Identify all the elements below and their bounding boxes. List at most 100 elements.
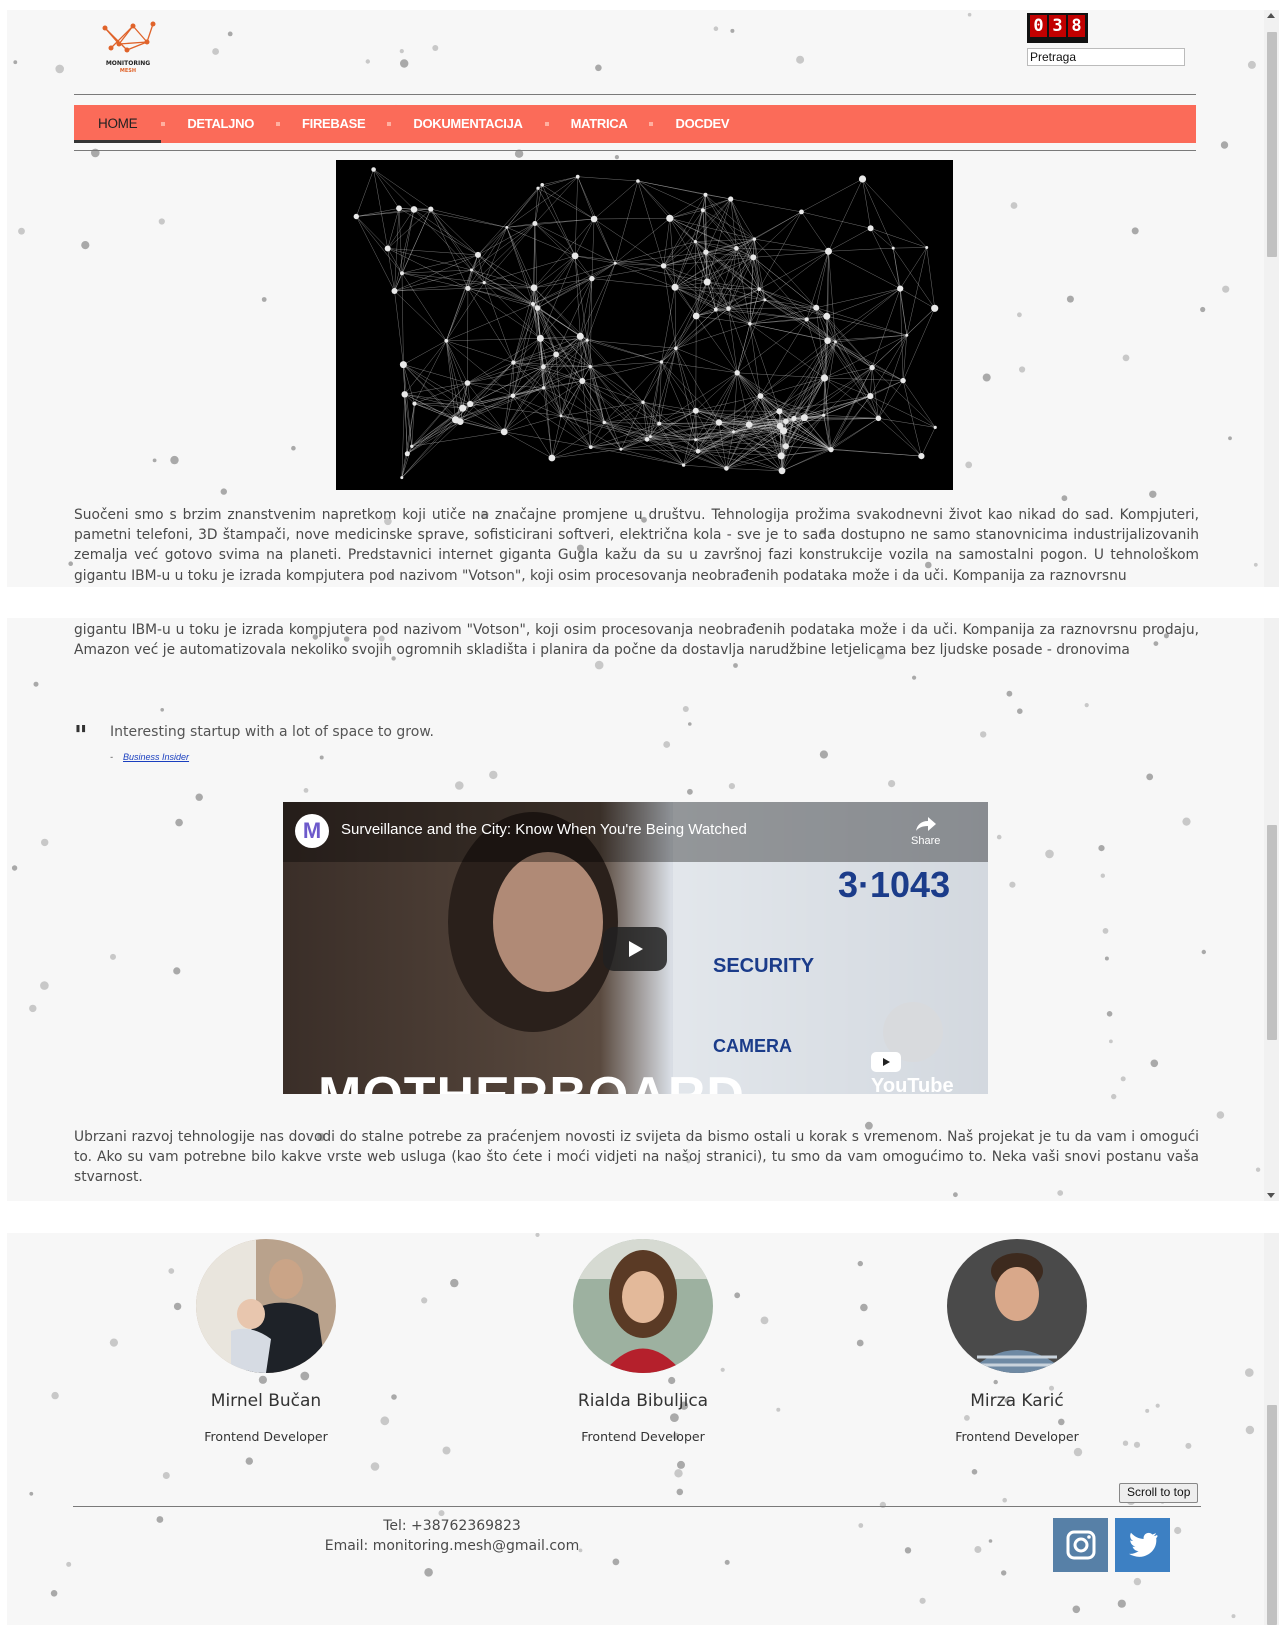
background-dot — [152, 458, 157, 463]
network-logo-icon — [102, 21, 156, 53]
background-dot — [676, 1488, 684, 1496]
counter-digit: 0 — [1030, 15, 1047, 37]
background-dot — [18, 227, 25, 235]
nav-item-firebase[interactable]: FIREBASE — [302, 105, 366, 143]
site-logo[interactable]: MONITORING MESH — [97, 16, 159, 76]
nav-item-dokumentacija[interactable]: DOKUMENTACIJA — [413, 105, 523, 143]
background-dot — [776, 1407, 781, 1412]
background-dot — [1061, 495, 1068, 502]
video-title[interactable]: Surveillance and the City: Know When You… — [341, 821, 747, 838]
background-dot — [687, 788, 693, 795]
background-dot — [51, 1391, 59, 1400]
counter-digit: 3 — [1049, 15, 1066, 37]
background-dot — [1017, 708, 1023, 714]
scroll-to-top-button[interactable]: Scroll to top — [1119, 1483, 1199, 1503]
search-input[interactable]: Pretraga — [1027, 48, 1185, 66]
background-dot — [40, 981, 49, 990]
play-button[interactable] — [603, 927, 667, 971]
background-dot — [489, 770, 498, 780]
channel-avatar[interactable]: M — [295, 814, 329, 848]
background-dot — [1098, 845, 1105, 852]
background-dot — [1073, 1447, 1083, 1457]
youtube-logo[interactable]: YouTube — [871, 1052, 988, 1094]
background-dot — [1122, 354, 1130, 362]
nav-item-docdev[interactable]: DOCDEV — [675, 105, 729, 143]
background-dot — [55, 64, 64, 74]
background-dot — [380, 1416, 390, 1426]
background-dot — [1117, 1599, 1126, 1608]
share-arrow-icon — [915, 817, 936, 831]
nav-item-detaljno[interactable]: DETALJNO — [187, 105, 254, 143]
background-dot — [41, 838, 49, 847]
contact-email[interactable]: Email: monitoring.mesh@gmail.com — [307, 1536, 597, 1556]
background-dot — [1066, 295, 1074, 303]
youtube-video-embed[interactable]: 3·1043 SECURITY CAMERA M Surveillance an… — [283, 802, 988, 1094]
background-dot — [1019, 366, 1026, 373]
nav-item-home[interactable]: HOME — [74, 105, 162, 143]
vertical-scrollbar[interactable] — [1264, 1233, 1279, 1625]
background-dot — [1220, 141, 1229, 149]
background-dot — [1100, 873, 1106, 878]
share-button[interactable]: Share — [911, 816, 940, 847]
background-dot — [614, 155, 620, 160]
background-dot — [713, 26, 719, 32]
background-dot — [66, 1561, 72, 1567]
background-dot — [13, 60, 18, 65]
background-dot — [170, 455, 179, 465]
background-dot — [1102, 928, 1109, 934]
intro-paragraph-continued: gigantu IBM-u u toku je izrada kompjuter… — [74, 622, 1199, 659]
background-dot — [1010, 202, 1018, 209]
quote-icon: " — [74, 721, 88, 751]
background-dot — [1228, 436, 1232, 441]
background-dot — [971, 1469, 978, 1475]
background-dot — [1109, 1039, 1113, 1044]
nav-separator — [544, 122, 549, 126]
background-dot — [1253, 562, 1258, 567]
background-dot — [1145, 1408, 1150, 1413]
background-dot — [432, 45, 439, 51]
background-dot — [879, 1501, 887, 1508]
scrollbar-thumb[interactable] — [1267, 32, 1277, 257]
background-dot — [1255, 1167, 1261, 1172]
background-dot — [974, 1546, 982, 1553]
background-dot — [856, 1339, 864, 1347]
twitter-link[interactable] — [1115, 1518, 1170, 1572]
visitor-counter: 0 3 8 — [1027, 13, 1088, 43]
background-dot — [1006, 690, 1013, 697]
play-icon — [629, 941, 643, 957]
background-dot — [442, 1446, 451, 1455]
background-dot — [1216, 1111, 1225, 1119]
member-role: Frontend Developer — [581, 1429, 705, 1444]
background-dot — [888, 780, 896, 788]
source-dash: - — [110, 752, 113, 762]
scrollbar-thumb[interactable] — [1267, 1405, 1277, 1625]
scrollbar-thumb[interactable] — [1267, 825, 1277, 1040]
counter-digit: 8 — [1068, 15, 1085, 37]
background-dot — [81, 241, 90, 250]
background-dot — [612, 1558, 620, 1566]
source-link[interactable]: Business Insider — [123, 752, 189, 762]
background-dot — [919, 1597, 926, 1604]
nav-separator — [161, 122, 166, 126]
background-dot — [860, 1303, 868, 1312]
background-dot — [1133, 1441, 1141, 1448]
background-dot — [1155, 1403, 1160, 1408]
background-dot — [1131, 227, 1139, 235]
share-label: Share — [911, 835, 941, 847]
background-dot — [1201, 949, 1207, 955]
background-dot — [455, 781, 464, 790]
background-dot — [677, 1460, 685, 1469]
team-member-card: Mirnel Bučan Frontend Developer — [156, 1239, 376, 1444]
background-dot — [29, 1004, 37, 1013]
scroll-up-arrow-icon[interactable] — [1267, 13, 1275, 18]
instagram-link[interactable] — [1053, 1518, 1108, 1572]
testimonial-text: Interesting startup with a lot of space … — [110, 724, 434, 740]
member-role: Frontend Developer — [955, 1429, 1079, 1444]
twitter-icon — [1128, 1532, 1157, 1557]
vertical-scrollbar[interactable] — [1264, 618, 1279, 1201]
background-dot — [857, 1260, 863, 1267]
vertical-scrollbar[interactable] — [1264, 10, 1279, 587]
nav-item-matrica[interactable]: MATRICA — [571, 105, 628, 143]
avatar — [196, 1239, 336, 1373]
scroll-down-arrow-icon[interactable] — [1267, 1193, 1275, 1198]
